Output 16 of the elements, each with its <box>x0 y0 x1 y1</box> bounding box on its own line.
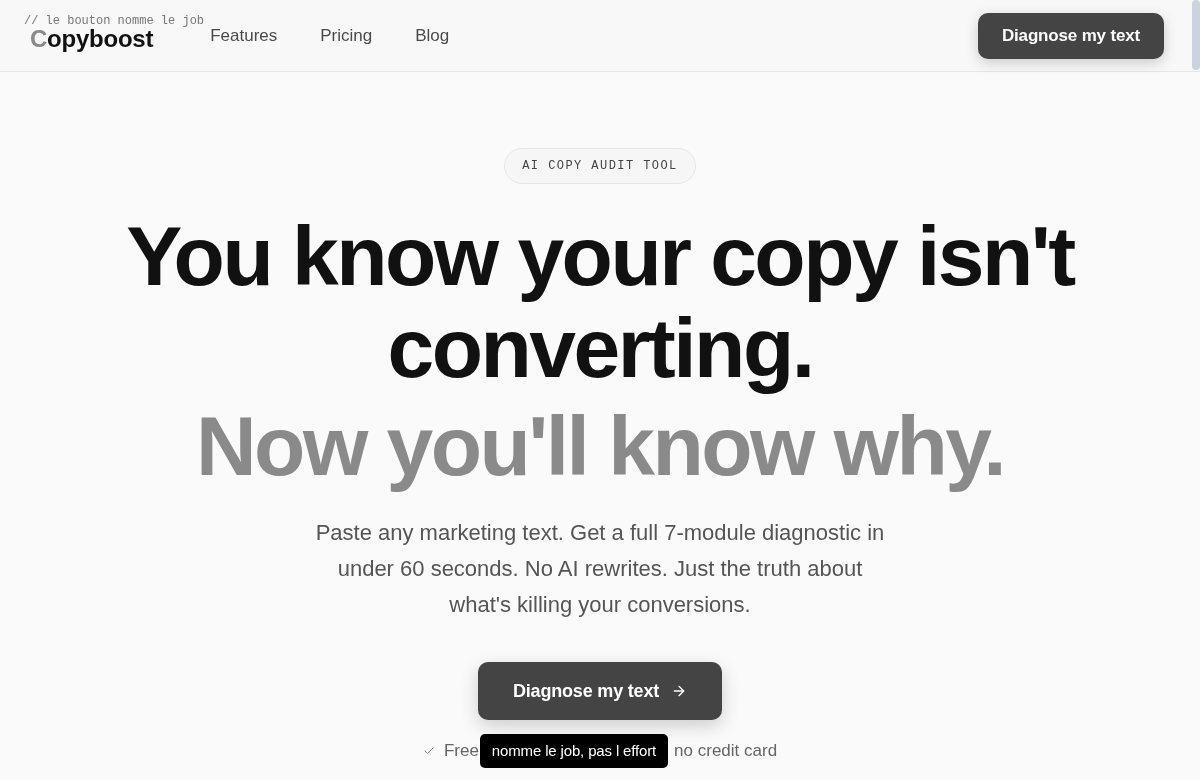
nav-link[interactable]: Blog <box>415 27 450 44</box>
headline-accent: Now you'll know why. <box>195 400 1005 492</box>
nav-link[interactable]: Pricing <box>320 27 373 44</box>
code-comment: // le bouton nomme le job <box>24 15 205 27</box>
logo[interactable]: Copyboost <box>30 27 154 51</box>
scrollbar-thumb[interactable] <box>1192 0 1200 70</box>
nav-link[interactable]: Features <box>210 27 278 44</box>
note-text: no credit card <box>674 740 778 763</box>
check-icon <box>422 745 435 757</box>
header-cta-button[interactable]: Diagnose my text <box>977 12 1164 59</box>
headline: You know your copy isn't converting. <box>125 210 1076 394</box>
primary-cta-button[interactable]: Diagnose my text <box>477 662 723 720</box>
category-badge: AI COPY AUDIT TOOL <box>504 148 696 184</box>
tooltip: nomme le job, pas l effort <box>479 734 669 768</box>
hero-description: Paste any marketing text. Get a full 7-module diagnostic in under 60 seconds. No AI rewrites. Just the truth about what's killing your conversions. <box>314 519 886 619</box>
note-text: Free <box>443 740 479 763</box>
